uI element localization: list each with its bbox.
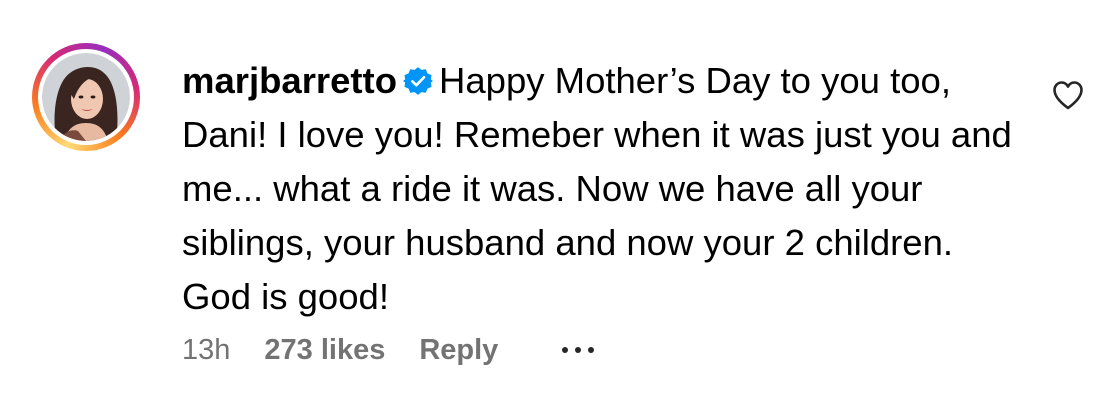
avatar-border (38, 49, 134, 145)
comment: marjbarretto Happy Mother’s Day to you to… (0, 0, 1120, 417)
heart-outline-icon[interactable] (1052, 80, 1084, 110)
timestamp[interactable]: 13h (182, 334, 230, 367)
dot (562, 347, 569, 353)
comment-meta: 13h 273 likes Reply (182, 330, 598, 370)
username-link[interactable]: marjbarretto (182, 60, 397, 101)
verified-badge-icon (403, 67, 434, 95)
likes-count-button[interactable]: 273 likes (264, 334, 385, 367)
comment-body: marjbarretto Happy Mother’s Day to you to… (182, 54, 1012, 324)
avatar[interactable] (42, 53, 130, 141)
story-ring[interactable] (32, 43, 140, 151)
dot (575, 347, 582, 353)
reply-button[interactable]: Reply (419, 334, 498, 367)
comment-text-block: marjbarretto Happy Mother’s Day to you to… (182, 54, 1012, 324)
more-options-icon[interactable] (558, 341, 598, 359)
dot (588, 347, 595, 353)
